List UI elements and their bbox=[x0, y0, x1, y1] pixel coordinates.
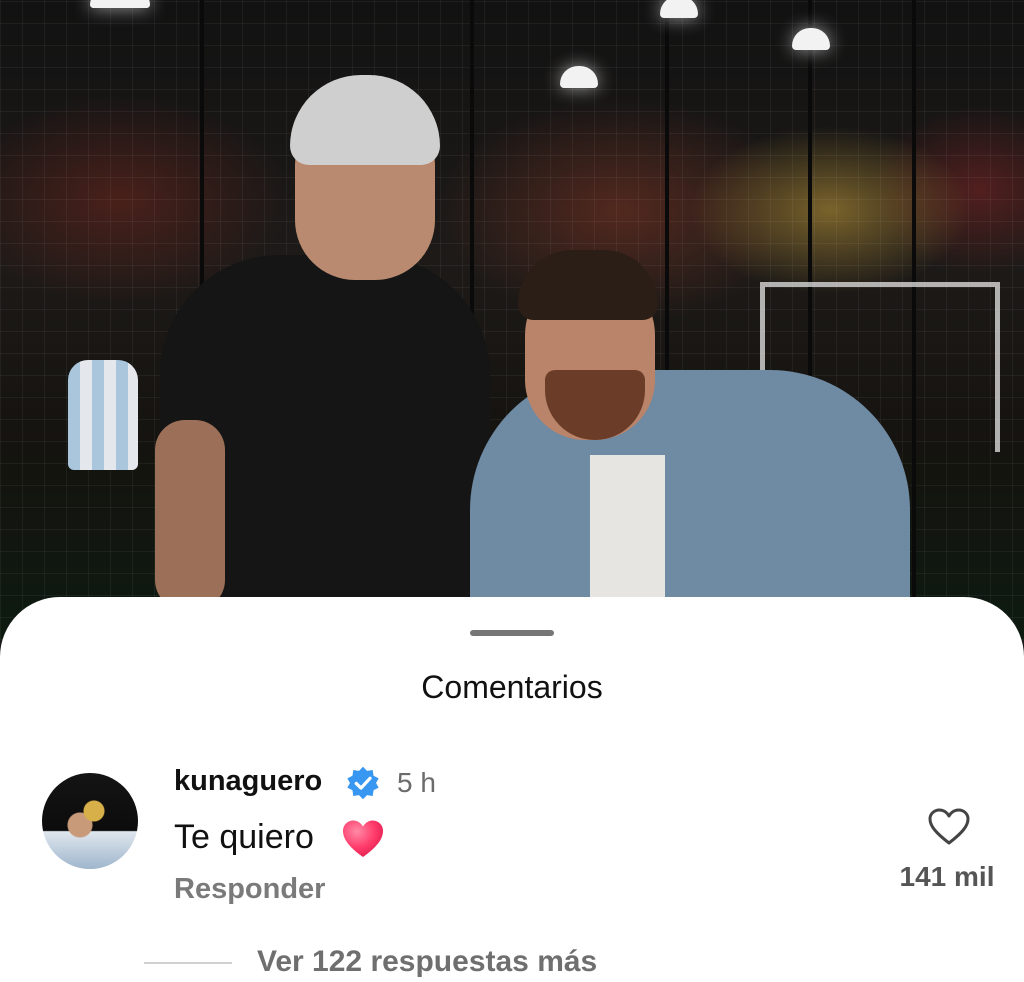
comment-username[interactable]: kunaguero bbox=[174, 765, 322, 798]
replies-divider bbox=[144, 962, 232, 964]
ceiling-lamp bbox=[90, 0, 150, 8]
comments-sheet: Comentarios kunaguero 5 h Te quiero Resp… bbox=[0, 597, 1024, 982]
sheet-drag-handle[interactable] bbox=[470, 630, 554, 636]
avatar[interactable] bbox=[42, 773, 138, 869]
comment-timestamp: 5 h bbox=[397, 767, 436, 798]
verified-badge-icon bbox=[347, 766, 379, 800]
heart-emoji-icon bbox=[343, 820, 383, 857]
person-right-hair bbox=[518, 250, 658, 320]
like-count: 141 mil bbox=[899, 861, 995, 892]
view-replies-button[interactable]: Ver 122 respuestas más bbox=[257, 945, 597, 979]
sheet-title: Comentarios bbox=[421, 669, 603, 705]
reply-button[interactable]: Responder bbox=[174, 873, 325, 906]
background-player bbox=[68, 360, 138, 470]
person-left-arm bbox=[155, 420, 225, 610]
post-photo[interactable] bbox=[0, 0, 1024, 640]
ceiling-lamp bbox=[660, 0, 698, 18]
comment-text: Te quiero bbox=[174, 818, 314, 856]
heart-outline-icon[interactable] bbox=[927, 807, 971, 847]
